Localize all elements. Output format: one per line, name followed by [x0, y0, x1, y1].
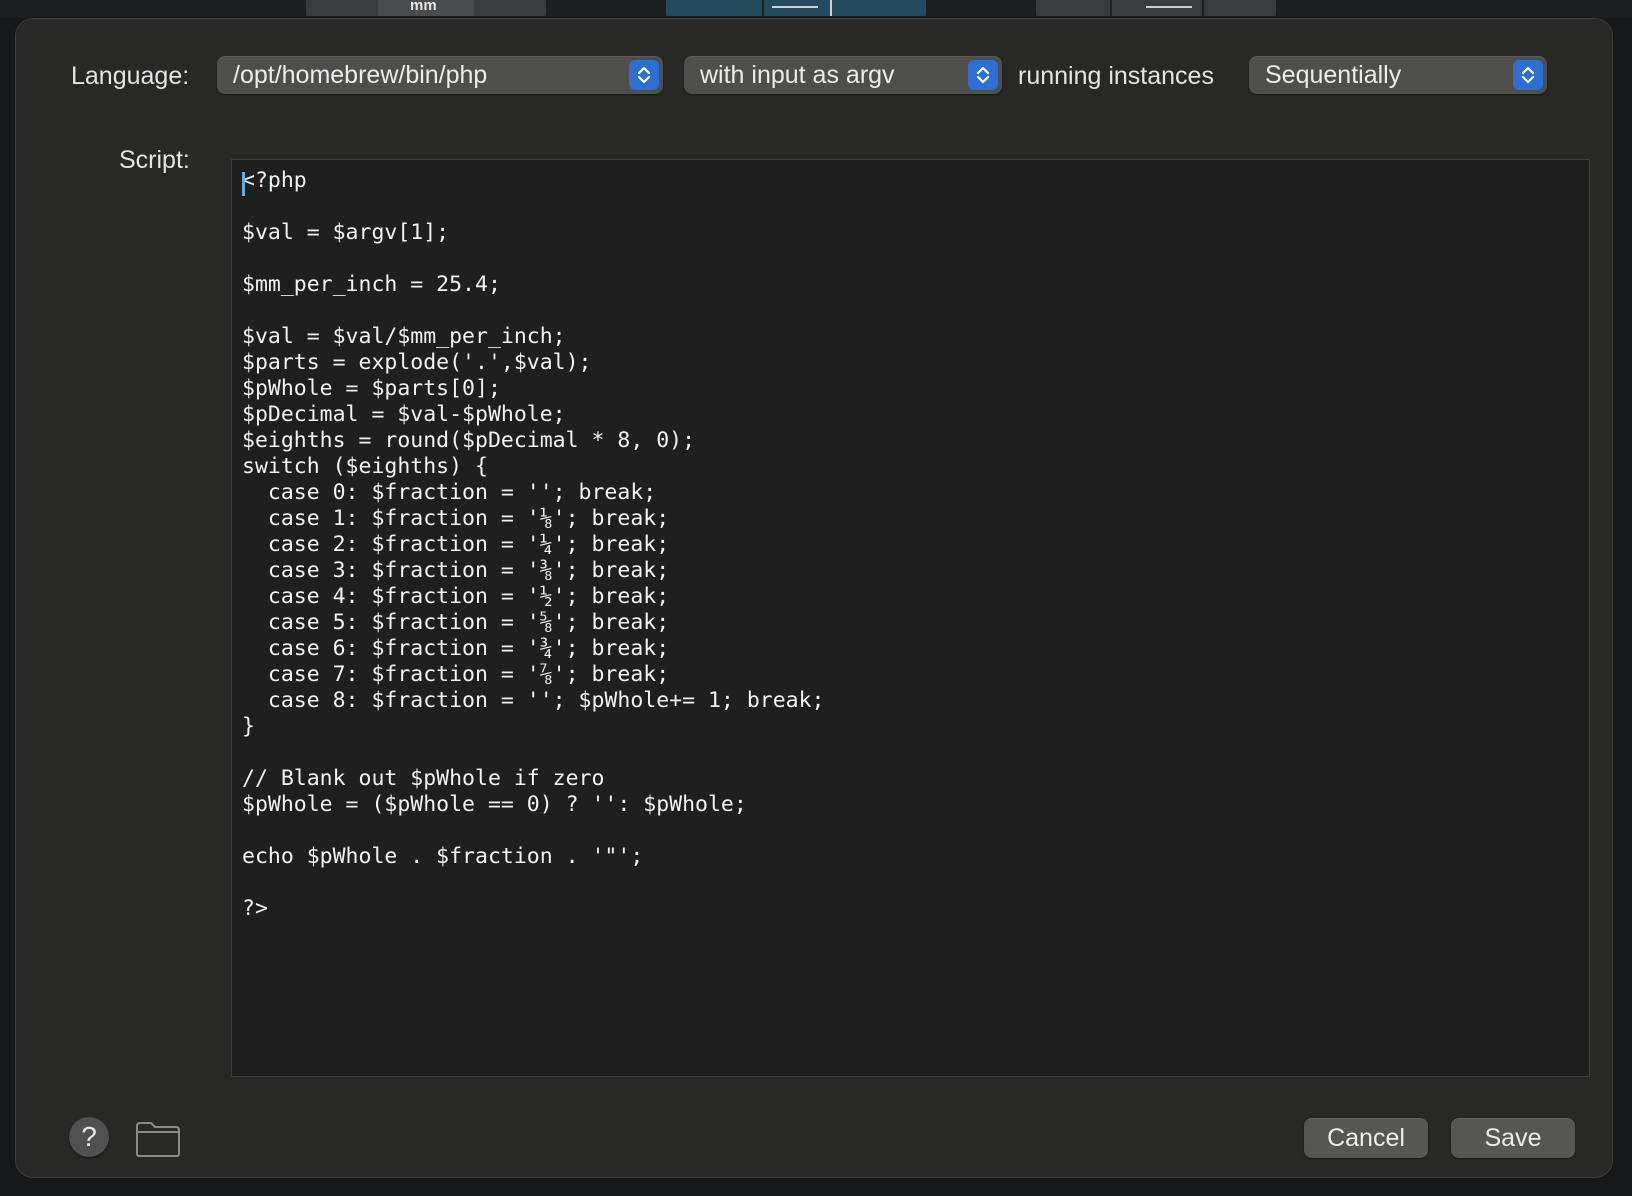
align-line-icon	[772, 6, 818, 8]
language-popup-value: /opt/homebrew/bin/php	[233, 61, 488, 89]
cancel-button[interactable]: Cancel	[1304, 1118, 1428, 1158]
toolbar-segment-units: mm	[306, 0, 546, 16]
text-cursor	[242, 172, 245, 196]
chevron-updown-icon	[629, 60, 659, 90]
instances-popup-value: Sequentially	[1265, 61, 1402, 89]
script-settings-sheet: Language: /opt/homebrew/bin/php with inp…	[15, 18, 1613, 1178]
chevron-updown-icon	[968, 60, 998, 90]
input-mode-popup-value: with input as argv	[700, 61, 895, 89]
background-toolbar: mm	[0, 0, 1632, 18]
layout-line-icon	[1146, 6, 1192, 8]
chevron-updown-icon	[1513, 60, 1543, 90]
language-label: Language:	[71, 62, 190, 90]
segment-divider	[830, 0, 832, 16]
question-mark-icon: ?	[81, 1121, 97, 1152]
input-mode-popup[interactable]: with input as argv	[684, 56, 1002, 94]
script-code[interactable]: <?php $val = $argv[1]; $mm_per_inch = 25…	[242, 168, 824, 922]
language-popup[interactable]: /opt/homebrew/bin/php	[217, 56, 663, 94]
toolbar-segment-align	[666, 0, 926, 16]
running-instances-label: running instances	[1018, 62, 1214, 90]
toolbar-segment-label: mm	[410, 0, 437, 14]
help-button[interactable]: ?	[69, 1117, 109, 1157]
script-label: Script:	[119, 146, 190, 174]
save-button[interactable]: Save	[1451, 1118, 1575, 1158]
folder-icon[interactable]	[135, 1120, 181, 1158]
script-editor[interactable]: <?php $val = $argv[1]; $mm_per_inch = 25…	[231, 159, 1590, 1077]
instances-popup[interactable]: Sequentially	[1249, 56, 1547, 94]
segment-divider	[1110, 0, 1112, 16]
segment-divider	[1202, 0, 1204, 16]
toolbar-segment-layout	[1036, 0, 1276, 16]
segment-divider	[762, 0, 764, 16]
